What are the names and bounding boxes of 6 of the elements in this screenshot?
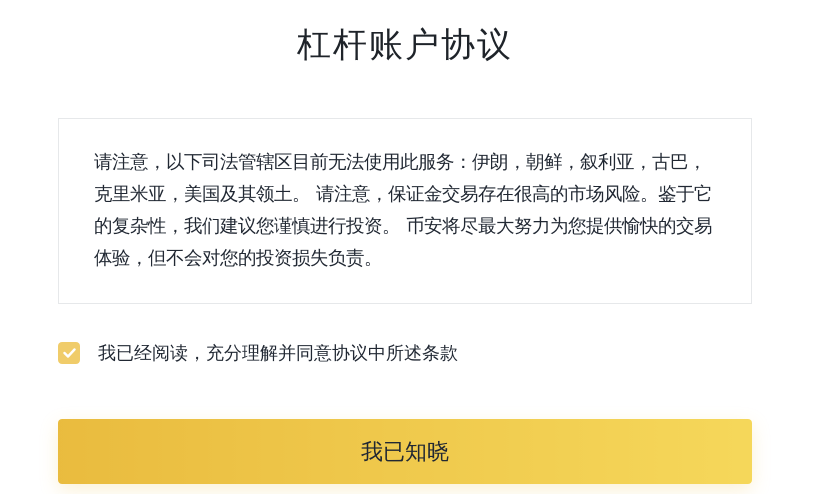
confirm-button[interactable]: 我已知晓 — [58, 419, 752, 484]
dialog-title: 杠杆账户协议 — [297, 24, 513, 67]
agreement-label: 我已经阅读，充分理解并同意协议中所述条款 — [98, 342, 458, 365]
check-icon — [62, 348, 76, 358]
notice-text: 请注意，以下司法管辖区目前无法使用此服务：伊朗，朝鲜，叙利亚，古巴，克里米亚，美国及其领土。 请注意，保证金交易存在很高的市场风险。鉴于它的复杂性，我们建议您谨慎进行投资。 币安将尽最大努力为您提供愉快的交易体验，但不会对您的投资损失负责。 — [94, 151, 713, 271]
agreement-checkbox[interactable] — [58, 342, 80, 364]
